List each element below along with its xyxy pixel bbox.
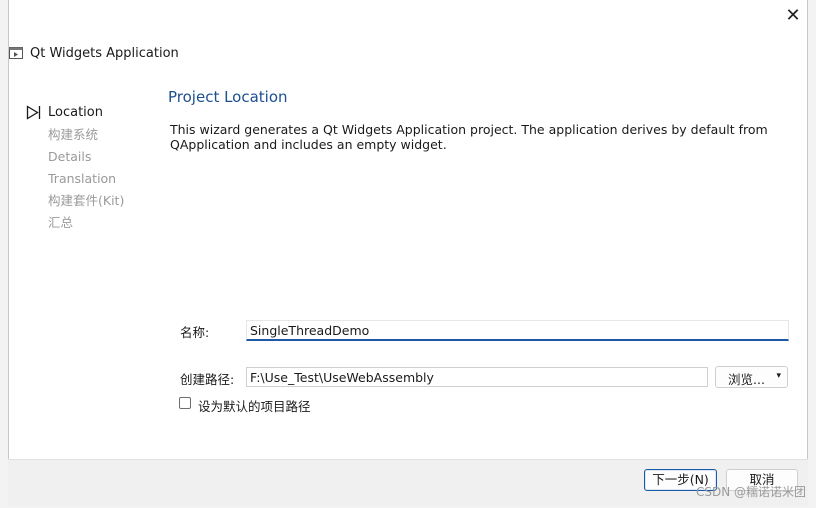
sidebar-item-label: Details <box>48 149 92 164</box>
window-background: Qt Widgets Application ✕ Location 构建系统 D… <box>0 0 816 508</box>
title-bar: Qt Widgets Application ✕ <box>0 0 816 78</box>
app-window-icon <box>9 47 23 59</box>
project-path-input[interactable] <box>246 367 708 387</box>
sidebar-item-details: Details <box>24 147 124 169</box>
chevron-down-icon: ▾ <box>776 371 781 381</box>
default-path-checkbox[interactable] <box>179 397 191 409</box>
page-title: Project Location <box>168 88 288 106</box>
sidebar-item-translation: Translation <box>24 169 124 191</box>
browse-button[interactable]: 浏览... ▾ <box>715 366 788 388</box>
sidebar-item-label: 构建套件(Kit) <box>48 193 125 208</box>
sidebar-item-location: Location <box>24 103 124 125</box>
path-label: 创建路径: <box>180 372 235 387</box>
project-name-input[interactable] <box>246 320 789 341</box>
browse-button-label: 浏览... <box>728 372 765 387</box>
sidebar-item-label: 构建系统 <box>48 127 99 142</box>
sidebar-item-build-system: 构建系统 <box>24 125 124 147</box>
sidebar-item-summary: 汇总 <box>24 213 124 235</box>
sidebar-item-label: Location <box>48 105 103 120</box>
name-label: 名称: <box>180 325 210 340</box>
sidebar-item-label: 汇总 <box>48 215 74 230</box>
default-path-checkbox-label[interactable]: 设为默认的项目路径 <box>198 396 311 415</box>
watermark-text: CSDN @糯诺诺米团 <box>695 485 806 499</box>
page-description: This wizard generates a Qt Widgets Appli… <box>170 122 768 152</box>
sidebar-item-label: Translation <box>48 171 117 186</box>
triangle-pointer-icon <box>26 105 41 120</box>
window-title: Qt Widgets Application <box>30 46 179 61</box>
wizard-steps-sidebar: Location 构建系统 Details Translation 构建套件(K… <box>24 103 124 235</box>
close-icon[interactable]: ✕ <box>782 6 804 28</box>
sidebar-item-kits: 构建套件(Kit) <box>24 191 124 213</box>
